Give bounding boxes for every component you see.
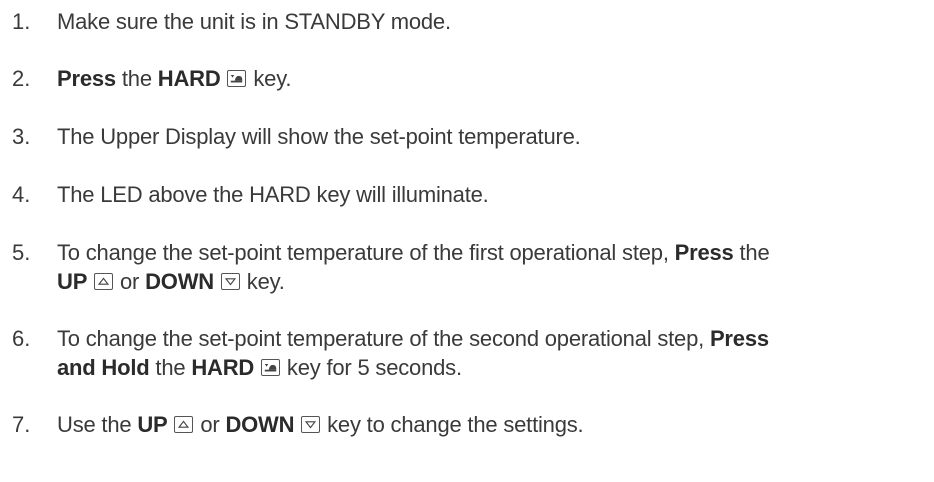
the-word: the <box>149 355 192 380</box>
key-word: key. <box>240 269 285 294</box>
list-item-step-1: 1. Make sure the unit is in STANDBY mode… <box>12 7 927 36</box>
up-word: UP <box>57 269 88 294</box>
press-word: Press <box>674 240 734 265</box>
hard-key-icon <box>227 70 247 87</box>
down-arrow-key-icon <box>220 273 240 290</box>
list-item-step-4: 4. The LED above the HARD key will illum… <box>12 180 927 209</box>
step-text-a: To change the set-point temperature of t… <box>57 326 710 351</box>
and-hold-word: and Hold <box>57 355 150 380</box>
step-number: 4. <box>12 182 31 207</box>
press-word: Press <box>57 66 116 91</box>
down-word: DOWN <box>145 269 214 294</box>
or-word: or <box>114 269 146 294</box>
list-item-step-7: 7. Use the UP or DOWN key to change the … <box>12 410 927 439</box>
list-item-step-6: 6. To change the set-point temperature o… <box>12 324 927 382</box>
step-text-a: Use the <box>57 412 138 437</box>
hard-key-icon <box>261 359 281 376</box>
instruction-list: 1. Make sure the unit is in STANDBY mode… <box>0 0 934 482</box>
list-item-step-2: 2. Press the HARD key. <box>12 64 927 93</box>
down-arrow-key-icon <box>301 416 321 433</box>
or-word: or <box>194 412 226 437</box>
step-text-a: The Upper Display will show the set-poin… <box>57 124 581 149</box>
step-text: To change the set-point temperature of t… <box>57 324 927 382</box>
step-number: 7. <box>12 412 31 437</box>
step-text: The LED above the HARD key will illumina… <box>57 180 927 209</box>
step-text-a: To change the set-point temperature of t… <box>57 240 675 265</box>
hard-word: HARD <box>191 355 255 380</box>
hard-word: HARD <box>157 66 221 91</box>
step-number: 1. <box>12 9 31 34</box>
press-word: Press <box>709 326 769 351</box>
step-number: 5. <box>12 240 31 265</box>
key-word: key. <box>247 66 292 91</box>
step-text: Make sure the unit is in STANDBY mode. <box>57 7 927 36</box>
up-word: UP <box>137 412 168 437</box>
down-word: DOWN <box>225 412 295 437</box>
step-number: 2. <box>12 66 31 91</box>
key-word: key for 5 seconds. <box>281 355 462 380</box>
up-arrow-key-icon <box>174 416 194 433</box>
step-text: To change the set-point temperature of t… <box>57 238 927 296</box>
step-text: Press the HARD key. <box>57 64 927 93</box>
list-item-step-5: 5. To change the set-point temperature o… <box>12 238 927 296</box>
step-number: 3. <box>12 124 31 149</box>
step-text: The Upper Display will show the set-poin… <box>57 122 927 151</box>
the-word: the <box>733 240 770 265</box>
up-arrow-key-icon <box>94 273 114 290</box>
list-item-step-3: 3. The Upper Display will show the set-p… <box>12 122 927 151</box>
key-word: key to change the settings. <box>321 412 584 437</box>
step-text-a: The LED above the HARD key will illumina… <box>57 182 489 207</box>
step-text-a: Make sure the unit is in STANDBY mode. <box>57 9 451 34</box>
step-text: Use the UP or DOWN key to change the set… <box>57 410 927 439</box>
step-number: 6. <box>12 326 31 351</box>
the-word: the <box>115 66 158 91</box>
